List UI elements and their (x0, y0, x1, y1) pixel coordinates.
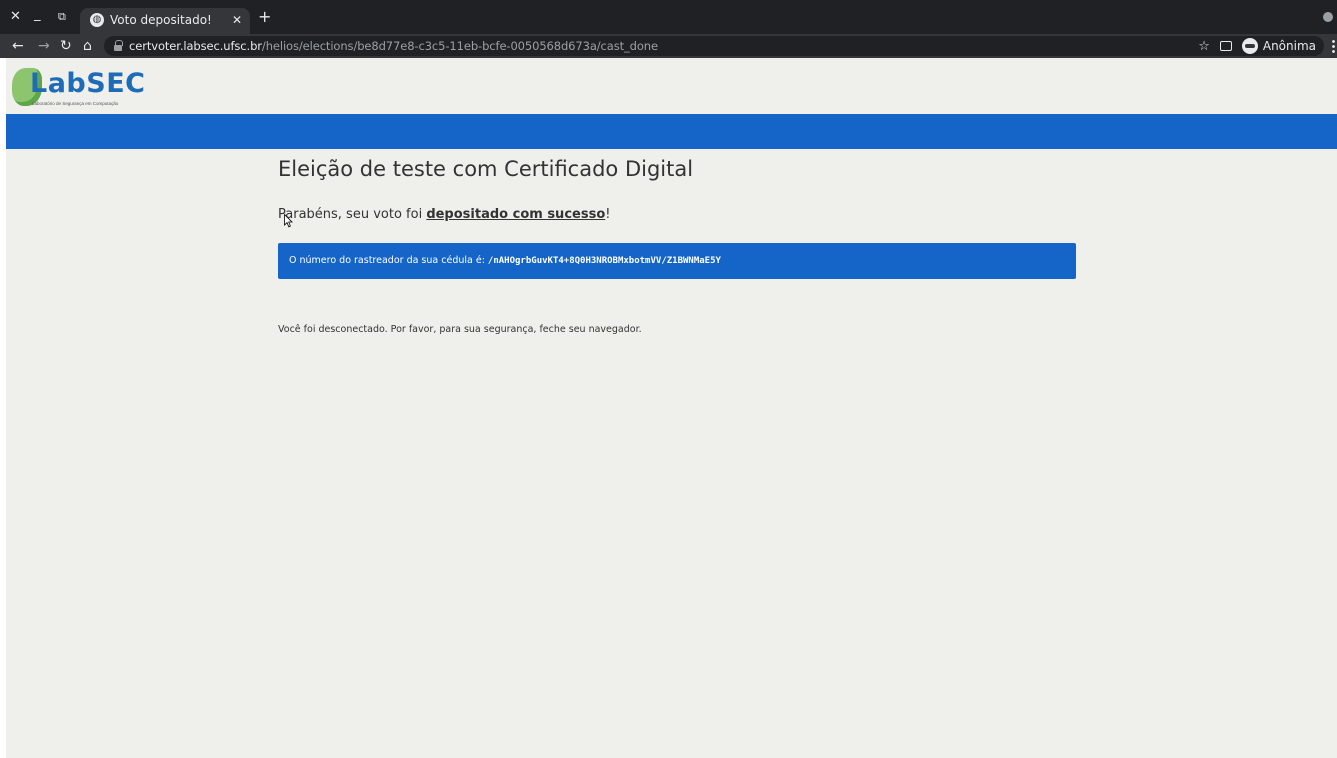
url-text[interactable]: certvoter.labsec.ufsc.br/helios/election… (129, 39, 658, 53)
ballot-tracker-alert: O número do rastreador da sua cédula é: … (278, 243, 1076, 279)
forward-arrow-icon[interactable]: → (38, 37, 50, 55)
window-minimize-icon[interactable]: _ (34, 7, 41, 23)
browser-tab[interactable]: ◍ Voto depositado! ✕ (80, 8, 250, 34)
cast-icon[interactable] (1219, 41, 1232, 51)
url-path: /helios/elections/be8d77e8-c3c5-11eb-bcf… (261, 39, 658, 53)
mouse-pointer-icon (284, 214, 293, 228)
window-close-icon[interactable]: ✕ (10, 9, 21, 25)
new-tab-icon[interactable]: + (258, 9, 271, 25)
address-bar-actions: ☆ Anônima (1198, 38, 1316, 54)
bookmark-star-icon[interactable]: ☆ (1198, 39, 1210, 54)
address-bar[interactable]: certvoter.labsec.ufsc.br/helios/election… (104, 36, 1324, 56)
home-icon[interactable]: ⌂ (83, 37, 92, 55)
lock-icon[interactable] (114, 40, 123, 51)
logo-subtitle: Laboratório de Segurança em Computação (32, 101, 119, 106)
success-prefix: Parabéns, seu voto foi (278, 207, 427, 222)
profile-name: Anônima (1262, 39, 1316, 53)
incognito-icon (1241, 38, 1258, 54)
success-suffix: ! (605, 207, 611, 222)
url-host: certvoter.labsec.ufsc.br (129, 39, 262, 53)
profile-button[interactable]: Anônima (1241, 38, 1316, 54)
browser-tab-bar: ✕ _ ⧉ ◍ Voto depositado! ✕ + (0, 0, 1337, 34)
page-viewport: LabSEC Laboratório de Segurança em Compu… (0, 58, 1337, 758)
tracker-text: O número do rastreador da sua cédula é: … (289, 255, 721, 266)
tab-title: Voto depositado! (110, 13, 212, 27)
success-message: Parabéns, seu voto foi depositado com su… (278, 207, 610, 222)
tracker-label: O número do rastreador da sua cédula é: (289, 255, 488, 266)
header-band (6, 114, 1337, 149)
reload-icon[interactable]: ↻ (60, 37, 72, 55)
globe-icon: ◍ (90, 13, 104, 27)
logo-text: LabSEC (30, 68, 146, 99)
tracker-code: /nAHOgrbGuvKT4+8Q0H3NROBMxbotmVV/Z1BWNMa… (487, 256, 721, 266)
window-restore-icon[interactable]: ⧉ (58, 9, 66, 25)
labsec-logo[interactable]: LabSEC Laboratório de Segurança em Compu… (12, 66, 152, 110)
back-arrow-icon[interactable]: ← (12, 37, 24, 55)
tab-search-icon[interactable] (1323, 12, 1333, 22)
browser-toolbar: ← → ↻ ⌂ certvoter.labsec.ufsc.br/helios/… (0, 34, 1337, 58)
tab-close-icon[interactable]: ✕ (232, 13, 242, 27)
logout-message: Você foi desconectado. Por favor, para s… (278, 324, 642, 335)
success-emphasis: depositado com sucesso (426, 207, 606, 222)
more-menu-icon[interactable] (1332, 39, 1335, 53)
page-left-edge (0, 58, 6, 758)
election-title: Eleição de teste com Certificado Digital (278, 157, 694, 181)
